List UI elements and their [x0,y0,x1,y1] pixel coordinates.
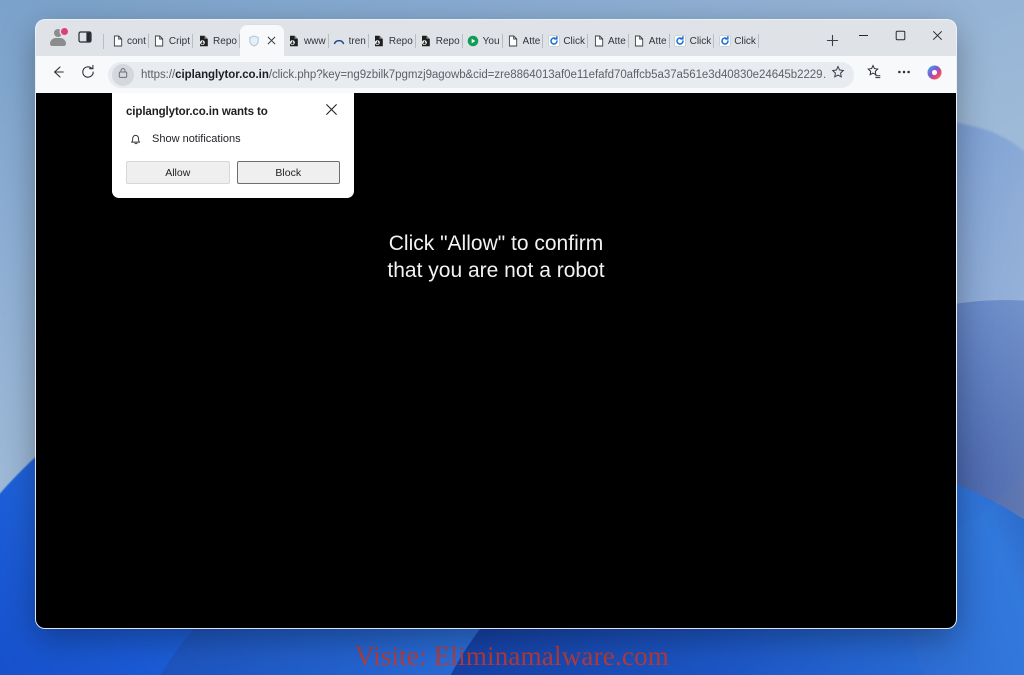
watermark-text: Visite: Eliminamalware.com [355,641,669,671]
refresh-blue-icon [547,35,560,48]
tab-label: Atte [522,35,541,47]
tab-item[interactable]: You [463,26,503,56]
desktop: Visite: Eliminamalware.com cont Cript Repo… [0,0,1024,675]
tab-label: You [482,35,500,47]
browser-window: cont Cript Repo www tren Repo Repo You Atte Click… [36,20,956,628]
tab-label: Cript [168,35,191,47]
lock-icon [117,66,129,84]
tab-label: Atte [648,35,667,47]
block-button[interactable]: Block [236,161,340,184]
permission-popup-header: ciplanglytor.co.in wants to [126,103,340,120]
copilot-icon [926,64,943,86]
allow-button[interactable]: Allow [126,161,230,184]
tab-item[interactable]: Click [714,26,759,56]
blank-page-icon [507,35,520,48]
youtube-icon [467,35,480,48]
tab-label: cont [127,35,146,47]
back-button[interactable] [44,61,72,89]
window-controls [845,20,956,56]
url-text: https://ciplanglytor.co.in/click.php?key… [141,68,827,81]
document-arrow-icon [420,35,433,48]
blank-page-icon [111,35,124,48]
profile-avatar-icon [49,27,68,46]
favorite-star-button[interactable] [827,64,849,86]
tab-label: Click [563,35,585,47]
tab-item[interactable]: Atte [588,26,629,56]
refresh-icon [80,64,96,85]
toolbar-right-actions [860,61,948,89]
tab-item[interactable]: Cript [149,26,194,56]
tab-close-button[interactable] [264,33,280,49]
tab-label: Repo [388,35,413,47]
tab-label: Click [689,35,712,47]
document-arrow-icon [288,35,301,48]
arc-icon [333,35,346,48]
permission-buttons: Allow Block [126,161,340,184]
new-tab-button[interactable] [819,27,845,53]
document-arrow-icon [197,35,210,48]
blank-page-icon [633,35,646,48]
tab-label: Atte [608,35,626,47]
page-headline-line1: Click "Allow" to confirm [388,232,604,255]
tab-label: Click [734,35,756,47]
titlebar-left-controls [40,20,107,56]
page-headline-line2: that you are not a robot [387,258,605,282]
tab-item[interactable]: Atte [629,26,670,56]
tab-actions-button[interactable] [72,24,98,50]
refresh-blue-icon [674,35,687,48]
profile-button[interactable] [44,24,70,50]
notification-permission-popup: ciplanglytor.co.in wants to Show notific… [112,93,354,198]
settings-more-button[interactable] [890,61,918,89]
browser-toolbar: https://ciplanglytor.co.in/click.php?key… [36,56,956,93]
shield-icon [248,34,261,47]
profile-badge-dot [60,27,68,35]
permission-popup-title: ciplanglytor.co.in wants to [126,106,268,118]
tab-active[interactable] [239,25,284,56]
tab-label: www [303,35,326,47]
back-arrow-icon [50,64,66,85]
tab-label: Repo [435,35,460,47]
page-headline: Click "Allow" to confirm that you are no… [36,231,956,285]
tab-item[interactable]: cont [107,26,149,56]
permission-row: Show notifications [126,131,340,146]
tab-label: Repo [213,35,237,47]
close-window-button[interactable] [919,20,956,51]
address-bar[interactable]: https://ciplanglytor.co.in/click.php?key… [108,61,854,88]
tab-item[interactable]: Atte [503,26,544,56]
refresh-blue-icon [718,35,731,48]
copilot-button[interactable] [920,61,948,89]
tab-item[interactable]: www [284,26,329,56]
permission-label: Show notifications [152,132,241,145]
page-content: Click "Allow" to confirm that you are no… [36,93,956,628]
close-icon [325,103,338,121]
blank-page-icon [153,35,166,48]
tab-item[interactable]: Repo [193,26,240,56]
more-settings-icon [896,64,912,85]
site-info-button[interactable] [112,63,134,86]
tab-label: tren [348,35,366,47]
maximize-button[interactable] [882,20,919,51]
blank-page-icon [592,35,605,48]
document-arrow-icon [373,35,386,48]
tab-strip: cont Cript Repo www tren Repo Repo You Atte Click… [36,20,956,56]
minimize-button[interactable] [845,20,882,51]
tab-item[interactable]: tren [329,26,369,56]
tab-actions-icon [78,30,92,44]
refresh-button[interactable] [74,61,102,89]
favorite-star-icon [831,65,845,84]
tab-item[interactable]: Click [543,26,588,56]
permission-popup-close-button[interactable] [323,103,340,120]
tab-item[interactable]: Click [670,26,715,56]
tab-list: cont Cript Repo www tren Repo Repo You Atte Click… [107,20,815,56]
bell-icon [128,131,143,146]
tab-item[interactable]: Repo [416,26,463,56]
collections-button[interactable] [860,61,888,89]
collections-icon [866,64,882,85]
tab-item[interactable]: Repo [369,26,416,56]
titlebar-divider [103,34,104,49]
